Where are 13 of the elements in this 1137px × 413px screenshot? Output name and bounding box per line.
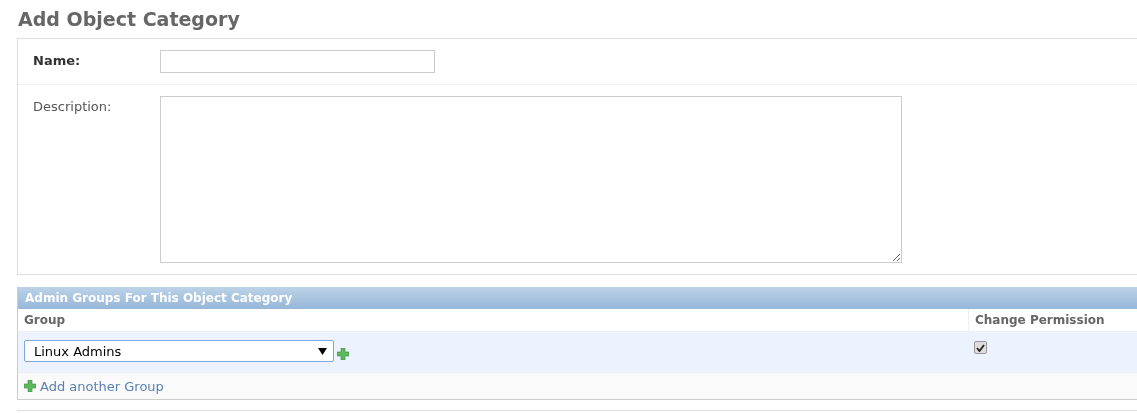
field-label: Description:: [33, 98, 113, 116]
column-header: Change Permission: [974, 312, 1106, 329]
section-header: Admin Groups For This Object Category: [18, 287, 1137, 309]
add-link[interactable]: Add another Group: [40, 378, 164, 394]
add-icon[interactable]: [24, 380, 36, 392]
page-title: Add Object Category: [18, 7, 241, 32]
input-field[interactable]: [160, 50, 435, 73]
column-header: Group: [18, 309, 969, 331]
caret-icon: [318, 347, 327, 355]
group-select[interactable]: Linux Admins: [24, 340, 334, 362]
checkbox[interactable]: [974, 341, 987, 354]
add-icon[interactable]: [337, 348, 349, 360]
field-label: Name:: [33, 52, 82, 70]
